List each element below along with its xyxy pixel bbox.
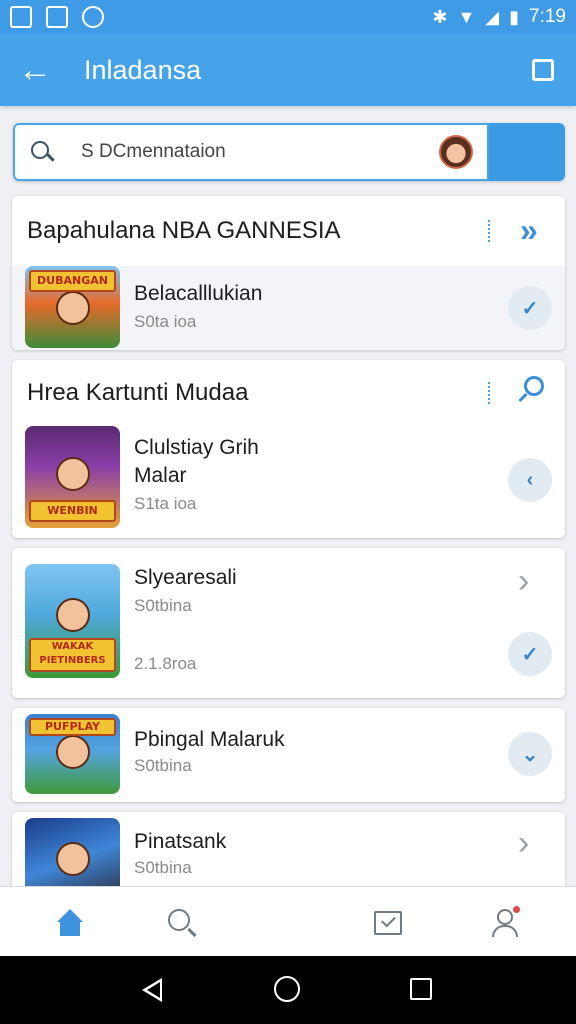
section-title: Hrea Kartunti Mudaa: [27, 379, 249, 406]
bluetooth-icon: ✱: [432, 6, 448, 27]
game-thumbnail: WENBIN: [25, 426, 120, 528]
section-card: Bapahulana NBA GANNESIA » DUBANGAN Belac…: [12, 196, 565, 350]
section-title: Bapahulana NBA GANNESIA: [27, 217, 341, 244]
section-header: Bapahulana NBA GANNESIA »: [12, 196, 565, 266]
page-title: Inladansa: [84, 54, 202, 85]
wifi-icon: ▼: [457, 6, 476, 27]
item-title: Slyearesali: [134, 566, 237, 589]
search-bar: [13, 123, 565, 181]
bottom-navigation: [0, 886, 576, 956]
sync-notification-icon: [82, 6, 104, 28]
more-options-icon[interactable]: [488, 220, 491, 242]
search-icon: [168, 909, 196, 937]
item-meta: 2.1.8roa: [134, 654, 197, 673]
avatar[interactable]: [439, 135, 473, 169]
item-subtitle: S0tbina: [134, 858, 192, 877]
double-chevron-right-icon[interactable]: »: [520, 212, 538, 249]
character-image: [55, 598, 90, 633]
game-thumbnail: WAKAK PIETINBERS: [25, 564, 120, 678]
chevron-left-button[interactable]: ‹: [508, 458, 552, 502]
search-icon: [29, 139, 55, 165]
inbox-icon: [374, 911, 402, 935]
system-home-icon[interactable]: [274, 976, 302, 1004]
chevron-right-icon[interactable]: ›: [518, 824, 529, 863]
item-subtitle: S0tbina: [134, 756, 192, 775]
item-title: Pinatsank: [134, 830, 227, 853]
game-card[interactable]: PUFPLAY Pbingal Malaruk S0tbina ⌄: [12, 708, 565, 802]
nav-search[interactable]: [164, 905, 200, 941]
item-title: Pbingal Malaruk: [134, 728, 285, 751]
nav-home[interactable]: [52, 905, 88, 941]
game-thumbnail: DUBANGAN: [25, 266, 120, 348]
item-title: Belacalllukian: [134, 282, 263, 305]
status-time: 7:19: [529, 6, 566, 27]
nav-profile[interactable]: [486, 905, 522, 941]
nav-inbox[interactable]: [370, 905, 406, 941]
system-recents-icon[interactable]: [408, 976, 436, 1004]
search-input[interactable]: [81, 141, 439, 163]
thumbnail-label: DUBANGAN: [29, 270, 116, 292]
character-image: [55, 734, 90, 769]
notification-dot: [513, 906, 520, 913]
fullscreen-icon[interactable]: [532, 59, 554, 81]
signal-icon: ◢: [485, 6, 500, 27]
chevron-right-icon[interactable]: ›: [518, 562, 529, 601]
item-subtitle: S1ta ioa: [134, 494, 197, 513]
search-icon[interactable]: [518, 376, 546, 404]
chevron-down-button[interactable]: ⌄: [508, 732, 552, 776]
home-icon: [55, 909, 85, 937]
app-bar: ← Inladansa: [0, 34, 576, 106]
back-arrow-icon[interactable]: ←: [0, 34, 70, 106]
more-options-icon[interactable]: [488, 382, 491, 404]
check-button[interactable]: ✓: [508, 632, 552, 676]
battery-icon: ▮: [509, 6, 520, 27]
section-header: Hrea Kartunti Mudaa: [12, 360, 565, 426]
system-navigation-bar: [0, 956, 576, 1024]
game-thumbnail: PUFPLAY: [25, 714, 120, 794]
profile-icon: [490, 906, 520, 938]
check-button[interactable]: ✓: [508, 286, 552, 330]
system-back-icon[interactable]: [138, 976, 166, 1004]
gallery-notification-icon: [10, 6, 32, 28]
list-item[interactable]: WENBIN Clulstiay Grih Malar S1ta ioa ‹: [12, 426, 565, 528]
search-submit-button[interactable]: [489, 123, 565, 181]
list-item[interactable]: DUBANGAN Belacalllukian S0ta ioa ✓: [12, 266, 565, 350]
game-card[interactable]: WAKAK PIETINBERS Slyearesali S0tbina 2.1…: [12, 548, 565, 698]
thumbnail-label: PUFPLAY: [29, 718, 116, 736]
item-subtitle: S0tbina: [134, 596, 192, 615]
character-image: [55, 290, 90, 325]
search-field[interactable]: [13, 123, 489, 181]
status-bar: ✱ ▼ ◢ ▮ 7:19: [0, 0, 576, 34]
thumbnail-label: WAKAK PIETINBERS: [29, 638, 116, 672]
item-subtitle: S0ta ioa: [134, 312, 197, 331]
section-card: Hrea Kartunti Mudaa WENBIN Clulstiay Gri…: [12, 360, 565, 538]
thumbnail-label: WENBIN: [29, 500, 116, 522]
photo-notification-icon: [46, 6, 68, 28]
character-image: [55, 841, 90, 876]
character-image: [55, 456, 90, 491]
item-title: Clulstiay Grih Malar: [134, 436, 259, 487]
